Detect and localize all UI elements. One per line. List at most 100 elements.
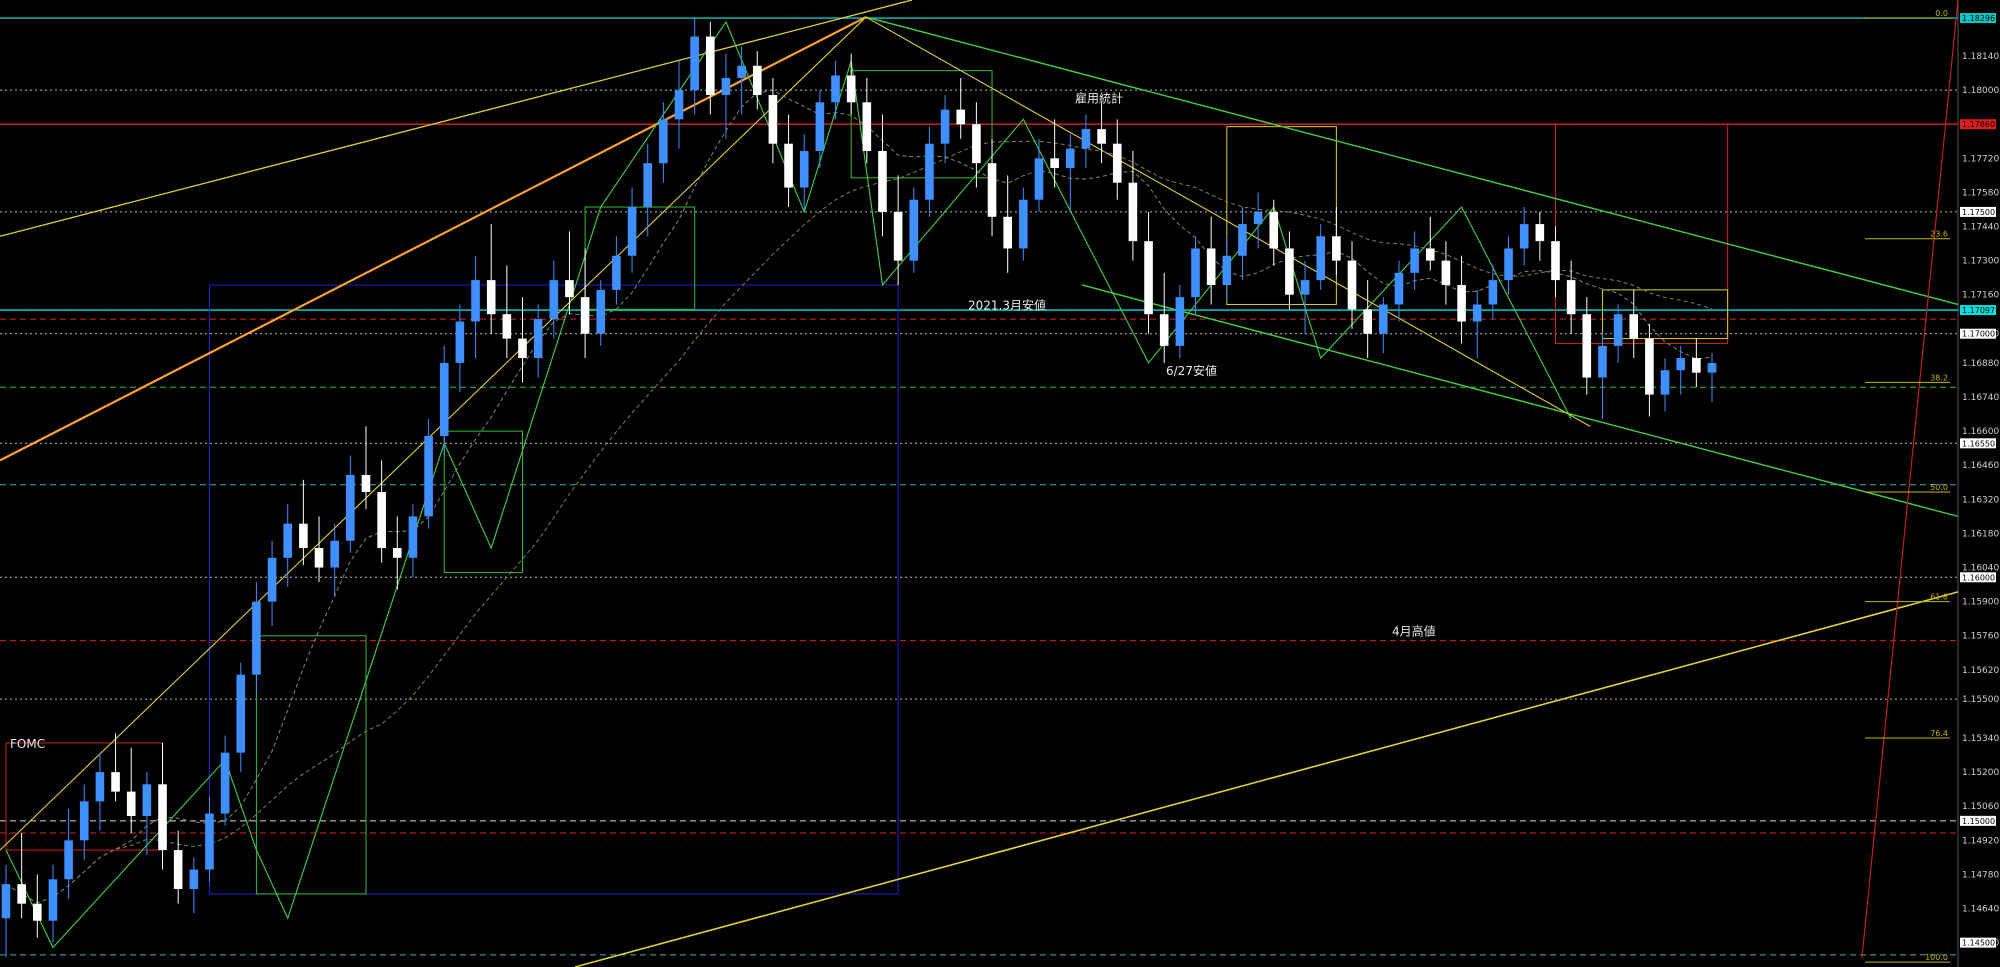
candle-body-79 [1238, 224, 1247, 256]
price-tick-3: 1.17580 [1962, 188, 1999, 198]
fib-label-0: 0.0 [1935, 9, 1948, 18]
candle-body-50 [784, 143, 793, 188]
candle-body-16 [252, 601, 261, 675]
fib-label-6: 100.0 [1925, 953, 1948, 962]
candle-body-58 [909, 199, 919, 261]
candle-body-105 [1645, 338, 1654, 395]
candle-body-72 [1128, 182, 1138, 242]
candle-body-98 [1535, 224, 1545, 242]
candle-body-25 [392, 548, 402, 558]
candle-body-99 [1551, 241, 1560, 281]
candle-body-28 [439, 362, 449, 437]
candle-body-53 [831, 75, 840, 103]
forex-chart[interactable]: 0.0 23.6 38.2 50.0 61.8 76.4 100.0 2021.3月安値 6/… [0, 0, 2000, 967]
candle-body-37 [580, 297, 590, 334]
candle-body-30 [471, 280, 480, 322]
candle-body-42 [659, 119, 668, 164]
annotation-2: 4月高値 [1392, 624, 1436, 639]
candle-body-88 [1379, 304, 1388, 334]
candle-body-3 [48, 879, 58, 921]
price-tick-10: 1.16600 [1962, 427, 1999, 437]
price-tick-18: 1.15500 [1962, 695, 1999, 705]
candle-body-55 [862, 102, 872, 152]
price-tick-5: 1.17300 [1962, 257, 1999, 267]
candle-body-49 [768, 94, 778, 144]
candle-body-10 [158, 784, 167, 851]
candle-body-65 [1019, 199, 1028, 249]
price-tag-label-0: 1.18296 [1962, 14, 1995, 23]
candle-body-26 [408, 516, 418, 558]
candle-body-68 [1065, 148, 1075, 169]
price-tick-0: 1.18140 [1962, 52, 1999, 62]
price-tick-1: 1.18000 [1962, 86, 1999, 96]
candle-body-9 [142, 784, 152, 816]
candle-body-36 [565, 280, 574, 298]
candle-body-67 [1050, 158, 1059, 169]
price-tag-label-3: 1.17097 [1962, 306, 1995, 315]
candle-body-81 [1269, 211, 1279, 249]
annotation-0: 2021.3月安値 [968, 297, 1046, 312]
candle-body-27 [424, 436, 433, 517]
candle-body-34 [533, 319, 543, 359]
candle-body-8 [126, 791, 136, 816]
candle-body-41 [643, 163, 653, 208]
annotation-1: 6/27安値 [1166, 363, 1217, 378]
price-tick-11: 1.16460 [1962, 461, 1999, 471]
candle-body-102 [1598, 345, 1607, 378]
candle-body-101 [1582, 314, 1592, 378]
candle-body-5 [79, 801, 89, 841]
candle-body-19 [299, 523, 308, 549]
candle-body-15 [236, 674, 246, 753]
candle-body-59 [925, 143, 934, 200]
candle-body-82 [1285, 248, 1294, 295]
candle-body-35 [549, 280, 559, 320]
price-tick-20: 1.15200 [1962, 768, 1999, 778]
candle-body-91 [1425, 248, 1435, 261]
candle-body-48 [752, 65, 762, 95]
price-tick-9: 1.16740 [1962, 393, 1999, 403]
price-tick-13: 1.16180 [1962, 529, 1999, 539]
candle-body-11 [173, 850, 183, 890]
candle-body-74 [1159, 314, 1169, 346]
candle-body-76 [1191, 248, 1200, 298]
candle-body-62 [972, 124, 981, 164]
candle-body-109 [1707, 362, 1717, 373]
candle-body-96 [1504, 248, 1513, 281]
candle-body-40 [627, 207, 637, 256]
candle-body-106 [1660, 370, 1670, 395]
price-tick-23: 1.14780 [1962, 870, 1999, 880]
price-tick-21: 1.15060 [1962, 802, 1999, 812]
candle-body-13 [205, 813, 214, 870]
price-tick-19: 1.15340 [1962, 734, 1999, 744]
candle-body-87 [1363, 309, 1372, 334]
candle-body-97 [1519, 224, 1529, 249]
candle-body-56 [878, 151, 887, 212]
candle-body-85 [1332, 236, 1341, 261]
annotation-3: 雇用統計 [1075, 90, 1123, 105]
candle-body-83 [1300, 280, 1310, 295]
candle-body-64 [1003, 216, 1012, 249]
candle-body-103 [1613, 314, 1623, 346]
price-tick-2: 1.17720 [1962, 154, 1999, 164]
fib-label-3: 50.0 [1930, 483, 1948, 492]
price-tick-15: 1.15900 [1962, 598, 1999, 608]
candle-body-43 [674, 90, 684, 120]
fib-label-4: 61.8 [1930, 593, 1948, 602]
candle-body-54 [846, 75, 856, 103]
price-chart-svg[interactable]: 0.0 23.6 38.2 50.0 61.8 76.4 100.0 2021.3月安値 6/… [0, 0, 2000, 967]
candle-body-23 [361, 474, 371, 493]
candle-body-93 [1457, 284, 1466, 322]
candle-body-22 [346, 474, 355, 541]
price-tick-8: 1.16880 [1962, 359, 1999, 369]
candle-body-60 [940, 109, 950, 144]
candle-body-18 [283, 523, 293, 558]
candle-body-51 [799, 151, 809, 188]
price-tag-label-1: 1.17860 [1962, 120, 1995, 129]
price-tick-17: 1.15620 [1962, 666, 1999, 676]
candle-body-12 [189, 869, 199, 890]
candle-body-32 [502, 314, 512, 339]
candle-body-63 [987, 163, 997, 217]
candle-body-47 [737, 65, 746, 78]
candle-body-57 [893, 211, 903, 261]
candle-body-89 [1394, 272, 1404, 305]
